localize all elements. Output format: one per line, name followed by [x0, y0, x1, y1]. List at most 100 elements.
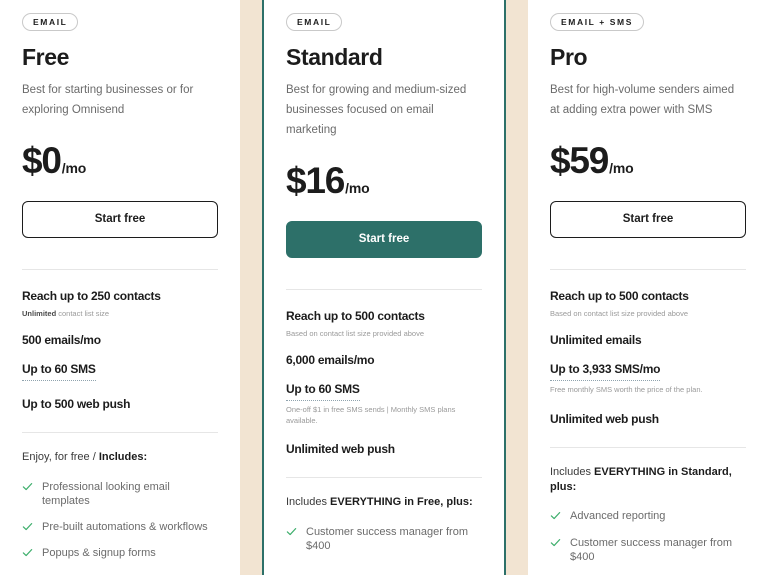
- plan-price-amount: $59: [550, 140, 609, 182]
- plan-badge-wrap: EMAIL: [286, 12, 482, 31]
- spec-subtext-rest: contact list size: [56, 309, 110, 319]
- feature-list-item: Pre-built automations & workflows: [22, 520, 218, 534]
- feature-list-item: Customer success manager from $400: [550, 536, 746, 565]
- start-free-button[interactable]: Start free: [286, 221, 482, 259]
- plan-name: Free: [22, 43, 69, 70]
- spec-subtext-rest: Based on contact list size provided abov…: [550, 309, 688, 319]
- check-icon: [22, 547, 33, 558]
- includes-prefix: Includes: [550, 465, 595, 478]
- spec-title[interactable]: Up to 60 SMS: [286, 382, 360, 402]
- includes-prefix: Enjoy, for free /: [22, 451, 99, 464]
- feature-label: Customer success manager from $400: [306, 525, 468, 552]
- spec-item: Up to 3,933 SMS/mo Free monthly SMS worth…: [550, 360, 746, 396]
- spec-item: Unlimited web push: [550, 410, 746, 428]
- pricing-plans-grid: EMAIL Free Best for starting businesses or…: [0, 0, 768, 575]
- plan-card-pro: EMAIL + SMS Pro Best for high-volume sende…: [528, 0, 768, 575]
- feature-label: Customer success manager from $400: [570, 536, 732, 564]
- spec-item: Reach up to 500 contacts Based on contact…: [550, 287, 746, 320]
- spec-title: Reach up to 250 contacts: [22, 289, 161, 304]
- includes-prefix: Includes: [286, 496, 331, 509]
- check-icon: [550, 510, 561, 521]
- spec-item: Up to 60 SMS One-off $1 in free SMS sends…: [286, 380, 482, 427]
- feature-list-item: Popups & signup forms: [22, 546, 218, 560]
- feature-list-item: Professional looking email templates: [22, 480, 218, 509]
- plan-price-period: /mo: [345, 180, 370, 197]
- plan-price: $0/mo: [22, 142, 218, 179]
- spec-subtext: One-off $1 in free SMS sends | Monthly S…: [286, 405, 482, 426]
- includes-strong: Includes:: [98, 451, 148, 464]
- plan-specs: Reach up to 250 contacts Unlimited contac…: [22, 287, 218, 413]
- spec-title: Unlimited emails: [550, 332, 642, 347]
- section-divider-bottom: [286, 477, 482, 479]
- start-free-button[interactable]: Start free: [22, 201, 218, 239]
- section-divider-top: [550, 269, 746, 271]
- plan-description: Best for high-volume senders aimed at ad…: [550, 83, 735, 116]
- feature-label: Pre-built automations & workflows: [42, 521, 208, 534]
- section-divider-top: [22, 269, 218, 271]
- spec-item: Up to 500 web push: [22, 395, 218, 413]
- feature-label: Professional looking email templates: [42, 480, 170, 507]
- section-divider-bottom: [22, 432, 218, 434]
- start-free-button[interactable]: Start free: [550, 201, 746, 239]
- plan-badge: EMAIL: [286, 13, 343, 31]
- feature-label: Advanced reporting: [570, 510, 666, 523]
- check-icon: [550, 537, 561, 548]
- plan-badge-wrap: EMAIL: [22, 12, 218, 31]
- spec-title: Unlimited web push: [286, 442, 395, 457]
- plan-price-amount: $16: [286, 160, 345, 202]
- plan-description: Best for starting businesses or for expl…: [22, 83, 194, 116]
- spec-title: Reach up to 500 contacts: [286, 309, 425, 324]
- includes-heading: Includes EVERYTHING in Standard, plus:: [550, 465, 746, 496]
- section-divider-top: [286, 289, 482, 291]
- feature-label: Popups & signup forms: [42, 547, 156, 560]
- plan-card-free: EMAIL Free Best for starting businesses or…: [0, 0, 240, 575]
- spec-item: 6,000 emails/mo: [286, 351, 482, 369]
- plan-name: Standard: [286, 43, 383, 70]
- plan-specs: Reach up to 500 contacts Based on contact…: [286, 307, 482, 458]
- plan-specs: Reach up to 500 contacts Based on contact…: [550, 287, 746, 428]
- plan-card-standard: EMAIL Standard Best for growing and medium…: [262, 0, 506, 575]
- spec-title[interactable]: Up to 3,933 SMS/mo: [550, 362, 660, 382]
- spec-title: Reach up to 500 contacts: [550, 289, 689, 304]
- check-icon: [22, 481, 33, 492]
- spec-item: Up to 60 SMS: [22, 360, 218, 382]
- spec-subtext-rest: Based on contact list size provided abov…: [286, 329, 424, 339]
- spec-title: 6,000 emails/mo: [286, 352, 375, 367]
- feature-list: Customer success manager from $400: [286, 525, 482, 554]
- feature-list: Advanced reporting Customer success manag…: [550, 509, 746, 575]
- plan-price-amount: $0: [22, 140, 62, 182]
- spec-subtext: Based on contact list size provided abov…: [286, 329, 482, 340]
- check-icon: [22, 521, 33, 532]
- includes-heading: Includes EVERYTHING in Free, plus:: [286, 495, 482, 510]
- plan-price-period: /mo: [609, 160, 634, 177]
- plan-badge: EMAIL: [22, 13, 79, 31]
- plan-price: $59/mo: [550, 142, 746, 179]
- section-divider-bottom: [550, 446, 746, 448]
- column-gap-strip: [506, 0, 528, 575]
- spec-title: Up to 500 web push: [22, 397, 131, 412]
- includes-strong: EVERYTHING in Free, plus:: [330, 496, 473, 509]
- spec-title: 500 emails/mo: [22, 332, 101, 347]
- spec-subtext: Unlimited contact list size: [22, 309, 218, 320]
- spec-subtext-rest: Free monthly SMS worth the price of the …: [550, 385, 703, 395]
- spec-subtext: Based on contact list size provided abov…: [550, 309, 746, 320]
- spec-item: Unlimited web push: [286, 440, 482, 458]
- spec-title[interactable]: Up to 60 SMS: [22, 362, 96, 382]
- spec-subtext-rest: One-off $1 in free SMS sends | Monthly S…: [286, 405, 456, 425]
- plan-badge: EMAIL + SMS: [550, 13, 644, 31]
- plan-price: $16/mo: [286, 162, 482, 199]
- plan-description: Best for growing and medium-sized busine…: [286, 83, 467, 137]
- plan-name: Pro: [550, 43, 588, 70]
- column-gap-strip: [240, 0, 262, 575]
- spec-item: Reach up to 250 contacts Unlimited contac…: [22, 287, 218, 320]
- spec-item: Unlimited emails: [550, 331, 746, 349]
- spec-title: Unlimited web push: [550, 411, 659, 426]
- feature-list-item: Advanced reporting: [550, 509, 746, 523]
- spec-item: 500 emails/mo: [22, 331, 218, 349]
- plan-badge-wrap: EMAIL + SMS: [550, 12, 746, 31]
- check-icon: [286, 526, 297, 537]
- plan-price-period: /mo: [61, 160, 87, 177]
- includes-heading: Enjoy, for free / Includes:: [22, 450, 218, 465]
- spec-item: Reach up to 500 contacts Based on contact…: [286, 307, 482, 340]
- spec-subtext: Free monthly SMS worth the price of the …: [550, 385, 746, 396]
